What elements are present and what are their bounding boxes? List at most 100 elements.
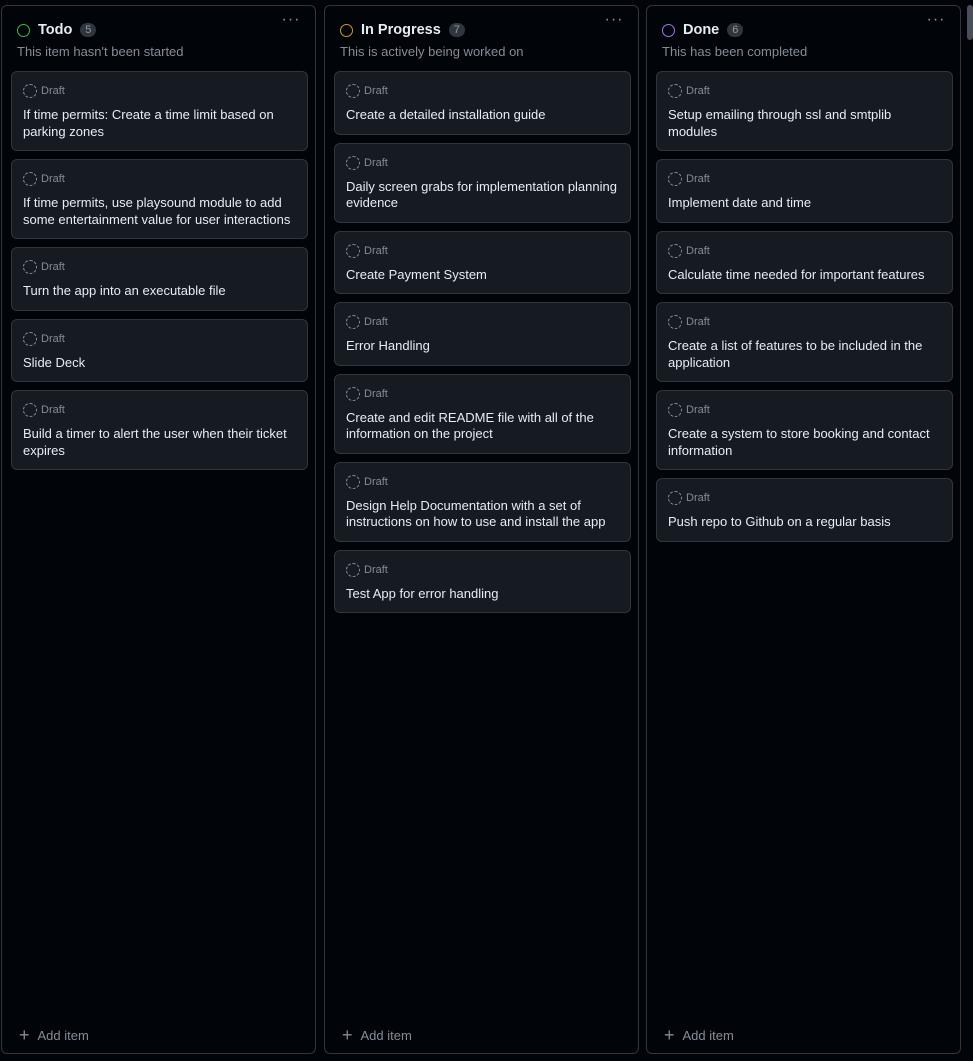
board-scrollbar[interactable] xyxy=(967,5,973,40)
column-todo: Todo 5 ··· This item hasn't been started Dra… xyxy=(1,5,316,1054)
column-more-options-icon[interactable]: ··· xyxy=(924,12,948,34)
draft-label: Draft xyxy=(686,492,710,504)
column-title: Done xyxy=(683,22,720,38)
add-item-label: Add item xyxy=(360,1027,412,1043)
draft-label: Draft xyxy=(364,156,388,169)
column-more-options-icon[interactable]: ··· xyxy=(279,12,303,34)
draft-card[interactable]: Draft Implement date and time xyxy=(656,159,953,223)
column-title: Todo xyxy=(38,22,73,38)
draft-status: Draft xyxy=(346,243,618,258)
draft-card[interactable]: Draft If time permits, use playsound modu… xyxy=(11,159,308,239)
card-title[interactable]: Build a timer to alert the user when the… xyxy=(23,426,295,459)
column-header: Done 6 xyxy=(662,20,950,40)
draft-card[interactable]: Draft Create Payment System xyxy=(334,230,631,294)
draft-label: Draft xyxy=(686,316,710,328)
add-item-label: Add item xyxy=(682,1027,734,1043)
draft-card[interactable]: Draft Daily screen grabs for implementati… xyxy=(334,142,631,223)
draft-status: Draft xyxy=(668,84,940,98)
draft-status: Draft xyxy=(23,84,295,98)
draft-card[interactable]: Draft Slide Deck xyxy=(11,318,308,382)
card-title[interactable]: Calculate time needed for important feat… xyxy=(668,267,940,284)
draft-card[interactable]: Draft Build a timer to alert the user whe… xyxy=(11,390,308,470)
project-board: Todo 5 ··· This item hasn't been started Dra… xyxy=(0,0,973,1061)
draft-label: Draft xyxy=(364,85,388,97)
draft-label: Draft xyxy=(41,85,65,97)
draft-status: Draft xyxy=(668,491,940,505)
draft-dashed-circle-icon xyxy=(23,260,37,274)
draft-dashed-circle-icon xyxy=(346,474,360,489)
draft-card[interactable]: Draft Create a list of features to be inc… xyxy=(656,302,953,382)
card-title[interactable]: Slide Deck xyxy=(23,355,295,372)
draft-card[interactable]: Draft If time permits: Create a time limi… xyxy=(11,71,308,151)
item-count-badge: 5 xyxy=(80,23,97,37)
draft-status: Draft xyxy=(346,474,618,489)
card-title[interactable]: If time permits, use playsound module to… xyxy=(23,195,295,228)
item-count-badge: 6 xyxy=(727,23,744,37)
draft-status: Draft xyxy=(23,403,295,417)
draft-label: Draft xyxy=(364,475,388,488)
draft-card[interactable]: Draft Setup emailing through ssl and smtp… xyxy=(656,71,953,151)
draft-dashed-circle-icon xyxy=(668,315,682,329)
status-circle-icon xyxy=(340,23,353,37)
plus-icon: + xyxy=(342,1025,353,1045)
draft-card[interactable]: Draft Turn the app into an executable fil… xyxy=(11,247,308,311)
draft-status: Draft xyxy=(668,403,940,417)
draft-label: Draft xyxy=(686,404,710,416)
draft-dashed-circle-icon xyxy=(346,562,360,577)
column-in-progress: In Progress 7 ··· This is actively being wo… xyxy=(324,5,639,1054)
card-title[interactable]: Create Payment System xyxy=(346,267,618,284)
draft-card[interactable]: Draft Calculate time needed for important… xyxy=(656,230,953,294)
draft-dashed-circle-icon xyxy=(668,84,682,98)
draft-label: Draft xyxy=(41,173,65,185)
column-description: This has been completed xyxy=(662,44,808,59)
draft-card[interactable]: Draft Create a system to store booking an… xyxy=(656,390,953,470)
item-count-badge: 7 xyxy=(448,23,465,37)
draft-card[interactable]: Draft Push repo to Github on a regular ba… xyxy=(656,478,953,542)
draft-dashed-circle-icon xyxy=(668,243,682,258)
draft-card[interactable]: Draft Create and edit README file with al… xyxy=(334,373,631,454)
card-title[interactable]: If time permits: Create a time limit bas… xyxy=(23,107,295,140)
draft-card[interactable]: Draft Test App for error handling xyxy=(334,549,631,613)
plus-icon: + xyxy=(664,1025,675,1045)
column-header: Todo 5 xyxy=(17,20,305,40)
card-title[interactable]: Push repo to Github on a regular basis xyxy=(668,514,940,531)
draft-dashed-circle-icon xyxy=(346,243,360,258)
draft-label: Draft xyxy=(41,332,65,345)
card-title[interactable]: Create a detailed installation guide xyxy=(346,107,618,124)
draft-card[interactable]: Draft Create a detailed installation guid… xyxy=(334,71,631,135)
draft-card[interactable]: Draft Error Handling xyxy=(334,302,631,366)
card-title[interactable]: Test App for error handling xyxy=(346,586,618,603)
draft-dashed-circle-icon xyxy=(346,155,360,170)
draft-status: Draft xyxy=(346,386,618,401)
card-title[interactable]: Implement date and time xyxy=(668,195,940,212)
add-item-button[interactable]: + Add item xyxy=(342,1026,412,1044)
status-circle-icon xyxy=(17,23,30,37)
card-list: Draft If time permits: Create a time limi… xyxy=(11,71,308,478)
draft-label: Draft xyxy=(364,316,388,328)
card-title[interactable]: Error Handling xyxy=(346,338,618,355)
card-title[interactable]: Daily screen grabs for implementation pl… xyxy=(346,179,618,212)
add-item-button[interactable]: + Add item xyxy=(664,1026,734,1044)
column-title: In Progress xyxy=(361,22,441,38)
draft-status: Draft xyxy=(346,315,618,329)
draft-dashed-circle-icon xyxy=(23,331,37,346)
card-title[interactable]: Create a list of features to be included… xyxy=(668,338,940,371)
draft-dashed-circle-icon xyxy=(346,315,360,329)
draft-label: Draft xyxy=(364,563,388,576)
draft-status: Draft xyxy=(23,172,295,186)
card-title[interactable]: Turn the app into an executable file xyxy=(23,283,295,300)
draft-label: Draft xyxy=(41,261,65,273)
card-title[interactable]: Create and edit README file with all of … xyxy=(346,410,618,443)
card-title[interactable]: Create a system to store booking and con… xyxy=(668,426,940,459)
draft-label: Draft xyxy=(364,244,388,257)
column-description: This item hasn't been started xyxy=(17,44,184,59)
column-more-options-icon[interactable]: ··· xyxy=(602,12,626,34)
draft-status: Draft xyxy=(668,243,940,258)
card-title[interactable]: Design Help Documentation with a set of … xyxy=(346,498,618,531)
add-item-button[interactable]: + Add item xyxy=(19,1026,89,1044)
draft-label: Draft xyxy=(364,387,388,400)
card-title[interactable]: Setup emailing through ssl and smtplib m… xyxy=(668,107,940,140)
draft-status: Draft xyxy=(23,331,295,346)
draft-status: Draft xyxy=(668,315,940,329)
draft-card[interactable]: Draft Design Help Documentation with a se… xyxy=(334,461,631,542)
